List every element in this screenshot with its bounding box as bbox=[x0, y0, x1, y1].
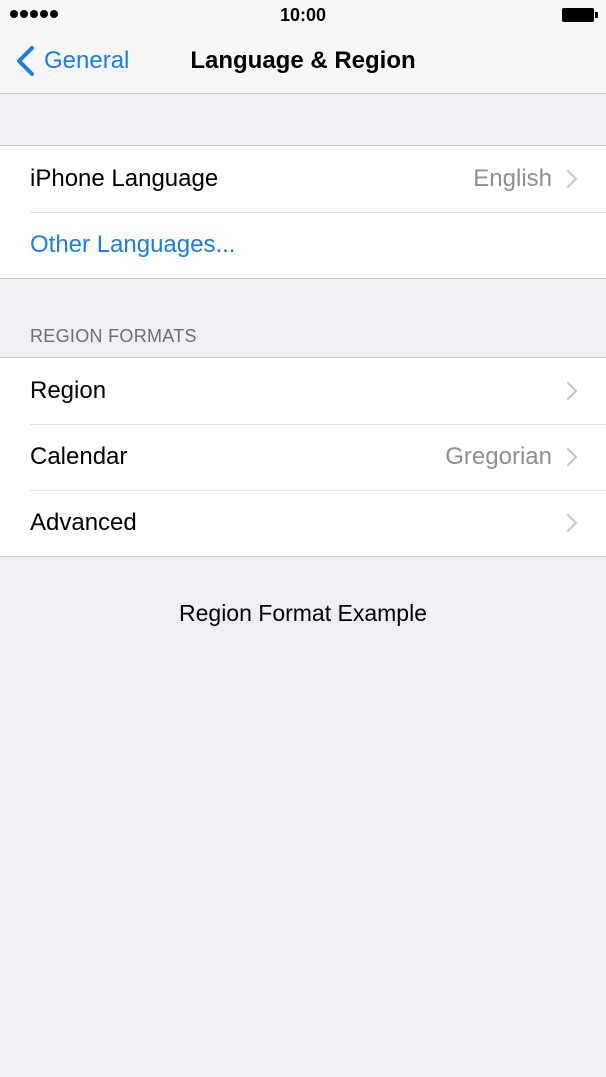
status-time: 10:00 bbox=[279, 5, 327, 25]
calendar-value: Gregorian bbox=[445, 443, 552, 470]
screen: 10:00 General Language & Region iPhone L… bbox=[0, 0, 606, 1077]
other-languages-row[interactable]: Other Languages... bbox=[0, 212, 606, 278]
chevron-right-icon bbox=[566, 169, 578, 189]
advanced-row[interactable]: Advanced bbox=[0, 490, 606, 556]
calendar-label: Calendar bbox=[30, 443, 128, 470]
language-group: iPhone Language English Other Languages.… bbox=[0, 145, 606, 279]
region-row[interactable]: Region bbox=[0, 358, 606, 424]
region-group: Region Calendar Gregorian Advanced bbox=[0, 357, 606, 557]
iphone-language-row[interactable]: iPhone Language English bbox=[0, 146, 606, 212]
calendar-row[interactable]: Calendar Gregorian bbox=[0, 424, 606, 490]
navigation-bar: General Language & Region bbox=[0, 30, 606, 94]
region-format-example: Region Format Example bbox=[179, 600, 427, 626]
advanced-label: Advanced bbox=[30, 509, 137, 536]
iphone-language-label: iPhone Language bbox=[30, 165, 219, 192]
page-title: Language & Region bbox=[190, 47, 416, 74]
top-bar: 10:00 General Language & Region bbox=[0, 0, 606, 94]
region-formats-header: REGION FORMATS bbox=[30, 326, 197, 346]
chevron-right-icon bbox=[566, 381, 578, 401]
other-languages-link[interactable]: Other Languages... bbox=[30, 231, 578, 259]
chevron-right-icon bbox=[566, 447, 578, 467]
region-label: Region bbox=[30, 377, 107, 404]
chevron-right-icon bbox=[566, 513, 578, 533]
iphone-language-value: English bbox=[473, 165, 552, 192]
status-bar: 10:00 bbox=[0, 0, 606, 30]
battery-icon bbox=[562, 8, 598, 22]
